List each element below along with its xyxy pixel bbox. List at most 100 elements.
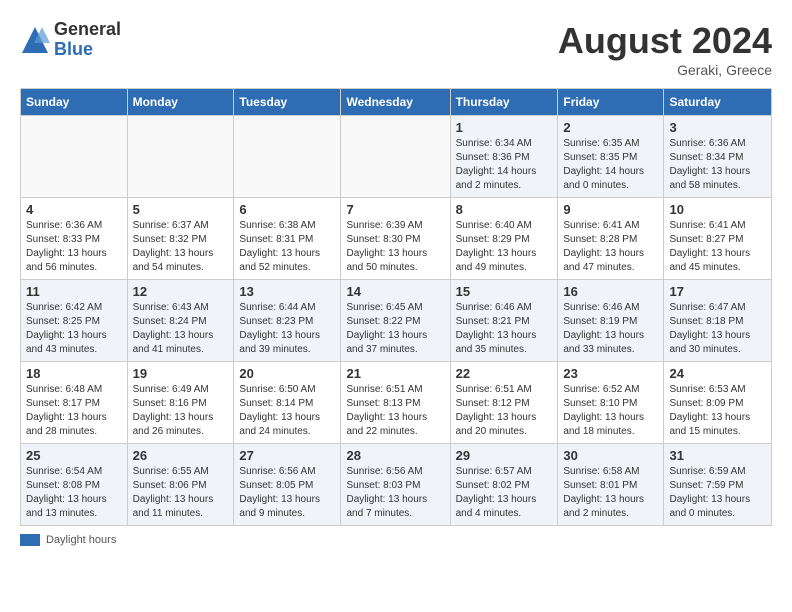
- day-info: Sunrise: 6:50 AM Sunset: 8:14 PM Dayligh…: [239, 383, 335, 439]
- day-number: 18: [26, 366, 122, 381]
- day-number: 25: [26, 448, 122, 463]
- day-number: 11: [26, 284, 122, 299]
- day-number: 8: [456, 202, 553, 217]
- day-number: 16: [563, 284, 658, 299]
- calendar-cell: 1 Sunrise: 6:34 AM Sunset: 8:36 PM Daylig…: [450, 116, 558, 198]
- calendar-cell: 8 Sunrise: 6:40 AM Sunset: 8:29 PM Daylig…: [450, 198, 558, 280]
- calendar-cell: 19 Sunrise: 6:49 AM Sunset: 8:16 PM Dayli…: [127, 362, 234, 444]
- day-header-monday: Monday: [127, 89, 234, 116]
- day-number: 17: [669, 284, 766, 299]
- day-info: Sunrise: 6:47 AM Sunset: 8:18 PM Dayligh…: [669, 301, 766, 357]
- calendar-cell: 13Sunrise: 6:44 AM Sunset: 8:23 PM Dayli…: [234, 280, 341, 362]
- day-info: Sunrise: 6:53 AM Sunset: 8:09 PM Dayligh…: [669, 383, 766, 439]
- day-info: Sunrise: 6:48 AM Sunset: 8:17 PM Dayligh…: [26, 383, 122, 439]
- day-info: Sunrise: 6:46 AM Sunset: 8:19 PM Dayligh…: [563, 301, 658, 357]
- day-info: Sunrise: 6:49 AM Sunset: 8:16 PM Dayligh…: [133, 383, 229, 439]
- day-number: 2: [563, 120, 658, 135]
- calendar-footer: Daylight hours: [20, 534, 772, 546]
- day-number: 24: [669, 366, 766, 381]
- day-number: 7: [346, 202, 444, 217]
- calendar-cell: 10 Sunrise: 6:41 AM Sunset: 8:27 PM Dayli…: [664, 198, 772, 280]
- day-header-wednesday: Wednesday: [341, 89, 450, 116]
- calendar-cell: 29 Sunrise: 6:57 AM Sunset: 8:02 PM Dayli…: [450, 444, 558, 526]
- day-number: 5: [133, 202, 229, 217]
- day-info: Sunrise: 6:41 AM Sunset: 8:28 PM Dayligh…: [563, 219, 658, 275]
- calendar-week-row: 11 Sunrise: 6:42 AM Sunset: 8:25 PM Dayli…: [21, 280, 772, 362]
- day-number: 14: [346, 284, 444, 299]
- logo-icon: [20, 25, 50, 55]
- day-number: 3: [669, 120, 766, 135]
- day-number: 31: [669, 448, 766, 463]
- day-info: Sunrise: 6:56 AM Sunset: 8:03 PM Dayligh…: [346, 465, 444, 521]
- calendar-cell: 21Sunrise: 6:51 AM Sunset: 8:13 PM Dayli…: [341, 362, 450, 444]
- day-number: 27: [239, 448, 335, 463]
- day-info: Sunrise: 6:41 AM Sunset: 8:27 PM Dayligh…: [669, 219, 766, 275]
- day-number: 10: [669, 202, 766, 217]
- day-info: Sunrise: 6:57 AM Sunset: 8:02 PM Dayligh…: [456, 465, 553, 521]
- day-info: Sunrise: 6:36 AM Sunset: 8:33 PM Dayligh…: [26, 219, 122, 275]
- calendar-week-row: 4Sunrise: 6:36 AM Sunset: 8:33 PM Daylig…: [21, 198, 772, 280]
- day-number: 9: [563, 202, 658, 217]
- day-info: Sunrise: 6:34 AM Sunset: 8:36 PM Dayligh…: [456, 137, 553, 193]
- day-info: Sunrise: 6:37 AM Sunset: 8:32 PM Dayligh…: [133, 219, 229, 275]
- day-info: Sunrise: 6:44 AM Sunset: 8:23 PM Dayligh…: [239, 301, 335, 357]
- month-year-title: August 2024: [558, 20, 772, 62]
- day-number: 29: [456, 448, 553, 463]
- day-number: 19: [133, 366, 229, 381]
- day-header-tuesday: Tuesday: [234, 89, 341, 116]
- location-subtitle: Geraki, Greece: [558, 62, 772, 78]
- day-info: Sunrise: 6:43 AM Sunset: 8:24 PM Dayligh…: [133, 301, 229, 357]
- day-info: Sunrise: 6:52 AM Sunset: 8:10 PM Dayligh…: [563, 383, 658, 439]
- logo-blue-text: Blue: [54, 40, 121, 60]
- day-info: Sunrise: 6:40 AM Sunset: 8:29 PM Dayligh…: [456, 219, 553, 275]
- day-number: 28: [346, 448, 444, 463]
- calendar-cell: [234, 116, 341, 198]
- day-header-thursday: Thursday: [450, 89, 558, 116]
- day-info: Sunrise: 6:36 AM Sunset: 8:34 PM Dayligh…: [669, 137, 766, 193]
- calendar-cell: 22Sunrise: 6:51 AM Sunset: 8:12 PM Dayli…: [450, 362, 558, 444]
- calendar-cell: 3 Sunrise: 6:36 AM Sunset: 8:34 PM Daylig…: [664, 116, 772, 198]
- calendar-cell: 18 Sunrise: 6:48 AM Sunset: 8:17 PM Dayli…: [21, 362, 128, 444]
- calendar-week-row: 25Sunrise: 6:54 AM Sunset: 8:08 PM Dayli…: [21, 444, 772, 526]
- calendar-cell: 15Sunrise: 6:46 AM Sunset: 8:21 PM Dayli…: [450, 280, 558, 362]
- calendar-cell: 31Sunrise: 6:59 AM Sunset: 7:59 PM Dayli…: [664, 444, 772, 526]
- calendar-cell: 4Sunrise: 6:36 AM Sunset: 8:33 PM Daylig…: [21, 198, 128, 280]
- day-info: Sunrise: 6:58 AM Sunset: 8:01 PM Dayligh…: [563, 465, 658, 521]
- daylight-label: Daylight hours: [46, 534, 116, 546]
- calendar-week-row: 1 Sunrise: 6:34 AM Sunset: 8:36 PM Daylig…: [21, 116, 772, 198]
- calendar-cell: 11 Sunrise: 6:42 AM Sunset: 8:25 PM Dayli…: [21, 280, 128, 362]
- day-number: 6: [239, 202, 335, 217]
- calendar-cell: 6 Sunrise: 6:38 AM Sunset: 8:31 PM Daylig…: [234, 198, 341, 280]
- calendar-header-row: SundayMondayTuesdayWednesdayThursdayFrid…: [21, 89, 772, 116]
- calendar-cell: 14 Sunrise: 6:45 AM Sunset: 8:22 PM Dayli…: [341, 280, 450, 362]
- day-info: Sunrise: 6:45 AM Sunset: 8:22 PM Dayligh…: [346, 301, 444, 357]
- day-number: 30: [563, 448, 658, 463]
- calendar-cell: 23Sunrise: 6:52 AM Sunset: 8:10 PM Dayli…: [558, 362, 664, 444]
- logo-general-text: General: [54, 20, 121, 40]
- day-info: Sunrise: 6:46 AM Sunset: 8:21 PM Dayligh…: [456, 301, 553, 357]
- day-header-sunday: Sunday: [21, 89, 128, 116]
- calendar-cell: 12 Sunrise: 6:43 AM Sunset: 8:24 PM Dayli…: [127, 280, 234, 362]
- day-number: 22: [456, 366, 553, 381]
- day-info: Sunrise: 6:51 AM Sunset: 8:13 PM Dayligh…: [346, 383, 444, 439]
- calendar-cell: 30 Sunrise: 6:58 AM Sunset: 8:01 PM Dayli…: [558, 444, 664, 526]
- day-number: 12: [133, 284, 229, 299]
- calendar-cell: [127, 116, 234, 198]
- title-section: August 2024 Geraki, Greece: [558, 20, 772, 78]
- calendar-cell: 5 Sunrise: 6:37 AM Sunset: 8:32 PM Daylig…: [127, 198, 234, 280]
- day-info: Sunrise: 6:42 AM Sunset: 8:25 PM Dayligh…: [26, 301, 122, 357]
- day-info: Sunrise: 6:38 AM Sunset: 8:31 PM Dayligh…: [239, 219, 335, 275]
- calendar-cell: 7Sunrise: 6:39 AM Sunset: 8:30 PM Daylig…: [341, 198, 450, 280]
- calendar-cell: 20Sunrise: 6:50 AM Sunset: 8:14 PM Dayli…: [234, 362, 341, 444]
- calendar-cell: 26Sunrise: 6:55 AM Sunset: 8:06 PM Dayli…: [127, 444, 234, 526]
- day-header-friday: Friday: [558, 89, 664, 116]
- day-number: 1: [456, 120, 553, 135]
- calendar-cell: 9 Sunrise: 6:41 AM Sunset: 8:28 PM Daylig…: [558, 198, 664, 280]
- daylight-swatch: [20, 534, 40, 546]
- calendar-cell: 25Sunrise: 6:54 AM Sunset: 8:08 PM Dayli…: [21, 444, 128, 526]
- page-header: General Blue August 2024 Geraki, Greece: [20, 20, 772, 78]
- calendar-cell: 24 Sunrise: 6:53 AM Sunset: 8:09 PM Dayli…: [664, 362, 772, 444]
- logo-text: General Blue: [54, 20, 121, 60]
- calendar-cell: 28 Sunrise: 6:56 AM Sunset: 8:03 PM Dayli…: [341, 444, 450, 526]
- calendar-cell: [21, 116, 128, 198]
